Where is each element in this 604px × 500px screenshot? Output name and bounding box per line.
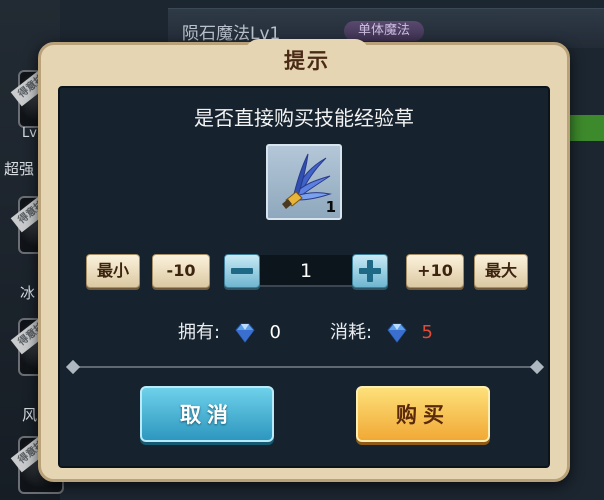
cost-label: 消耗:: [330, 322, 373, 343]
plus-icon: [359, 260, 381, 282]
skill-name-label: 风: [22, 406, 38, 424]
skill-name-label: 冰: [20, 284, 36, 302]
dialog-title: 提示: [284, 49, 330, 73]
purchase-question: 是否直接购买技能经验草: [194, 106, 414, 130]
max-button[interactable]: 最大: [474, 254, 528, 288]
item-slot[interactable]: 1: [266, 144, 342, 220]
diamond-gem-icon: [235, 323, 255, 343]
skill-type-badge: 单体魔法: [344, 21, 425, 41]
owned-count: 0: [269, 322, 281, 343]
progress-strip: [568, 115, 604, 141]
minus-ten-button[interactable]: -10: [152, 254, 210, 288]
item-quantity: 1: [325, 198, 336, 216]
min-button[interactable]: 最小: [86, 254, 140, 288]
divider-end-ornament: [529, 359, 545, 375]
diamond-gem-icon: [387, 323, 407, 343]
increment-button[interactable]: [352, 254, 388, 288]
owned-resource: 拥有: 0: [178, 320, 281, 346]
skill-name-label: 超强: [4, 160, 35, 178]
dialog-body: 是否直接购买技能经验草 1 最小 -10 1 +10 最大 拥有: 0 消耗: …: [58, 86, 550, 468]
plus-ten-button[interactable]: +10: [406, 254, 464, 288]
purchase-dialog: 提示 是否直接购买技能经验草 1 最小 -10 1 +10 最大 拥有: 0 消…: [38, 39, 570, 482]
skill-level-label: Lv: [22, 126, 37, 141]
divider: [72, 366, 538, 368]
cancel-button[interactable]: 取消: [140, 386, 274, 442]
cost-resource: 消耗: 5: [330, 320, 433, 346]
cost-count: 5: [421, 322, 433, 343]
owned-label: 拥有:: [178, 322, 221, 343]
quantity-input[interactable]: 1: [250, 255, 362, 287]
buy-button[interactable]: 购买: [356, 386, 490, 442]
divider-end-ornament: [65, 359, 81, 375]
dialog-title-tab: 提示: [245, 39, 369, 85]
